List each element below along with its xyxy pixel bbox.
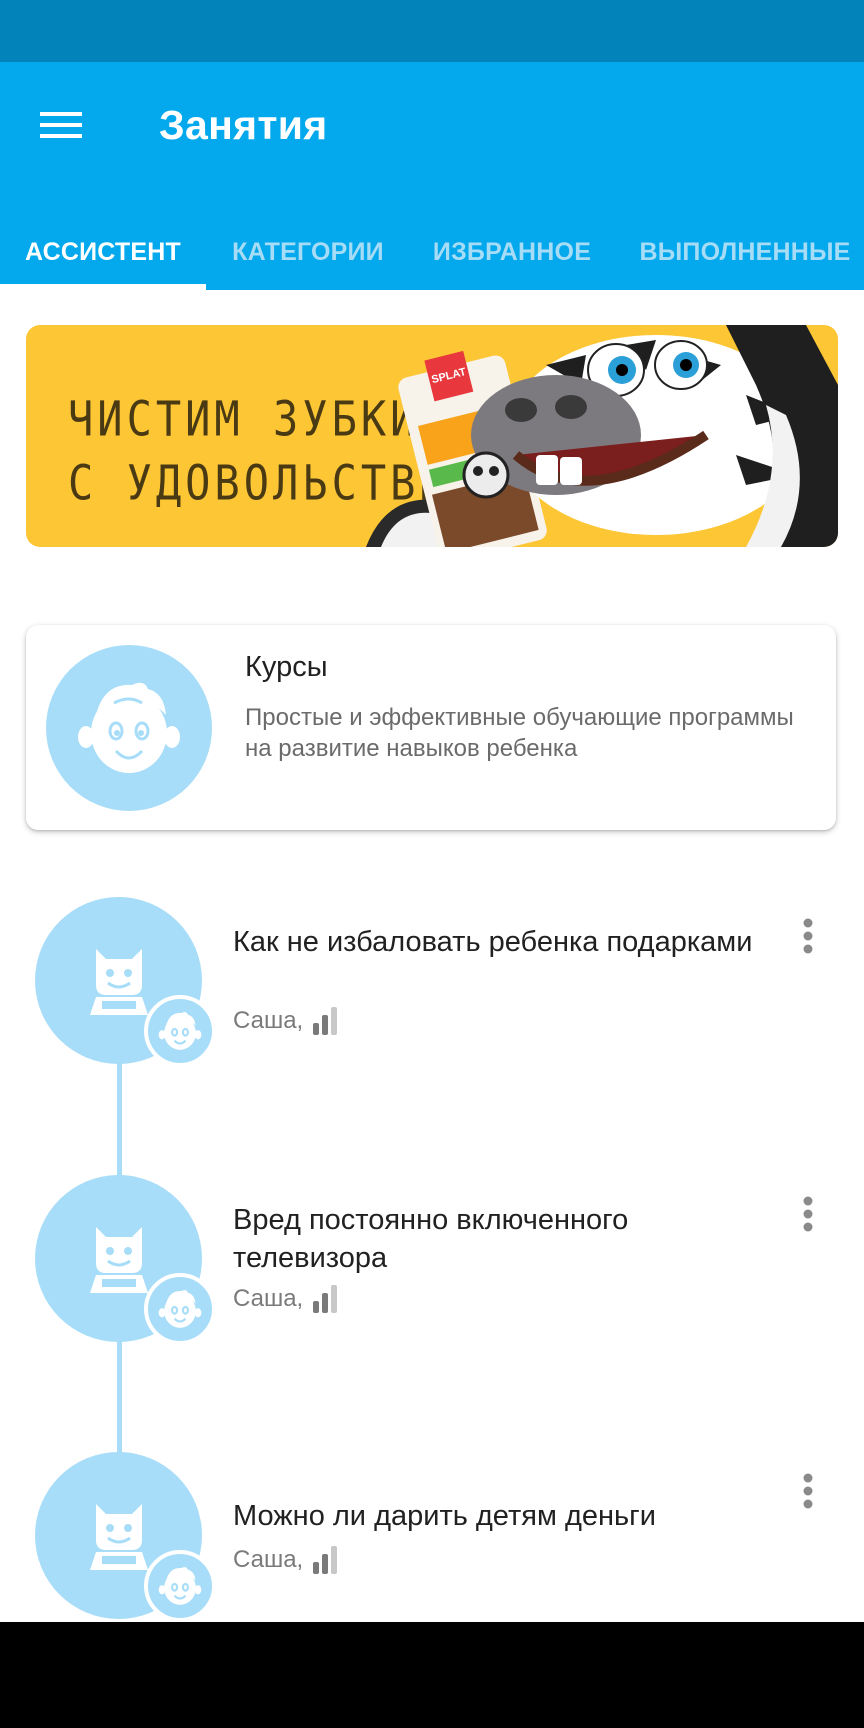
assistant-robot-icon [89, 948, 148, 1015]
difficulty-bars-icon [313, 1007, 338, 1035]
system-navigation-bar [0, 1622, 864, 1728]
tab-indicator [0, 284, 206, 290]
timeline-connector [117, 1338, 122, 1458]
child-badge [144, 1273, 216, 1345]
hamburger-menu-icon [40, 112, 82, 138]
tab-favorites[interactable]: ИЗБРАННОЕ [410, 214, 614, 290]
lesson-title: Вред постоянно включенного телевизора [233, 1204, 629, 1274]
tab-bar: АССИСТЕНТ КАТЕГОРИИ ИЗБРАННОЕ ВЫПОЛНЕННЫ… [0, 214, 864, 290]
lesson-meta: Саша, [233, 1546, 339, 1574]
assistant-robot-icon [89, 1226, 148, 1293]
more-options-button[interactable] [790, 911, 826, 961]
tab-assistant[interactable]: АССИСТЕНТ [0, 214, 206, 290]
courses-title: Курсы [245, 651, 328, 683]
tab-categories[interactable]: КАТЕГОРИИ [206, 214, 410, 290]
courses-card[interactable]: Курсы Простые и эффективные обучающие пр… [26, 625, 836, 830]
child-face-icon [158, 1567, 202, 1605]
child-badge [144, 1550, 216, 1622]
more-vertical-icon [803, 918, 813, 954]
assistant-robot-icon [89, 1503, 148, 1570]
difficulty-bars-icon [313, 1285, 338, 1313]
lesson-item[interactable]: Как не избаловать ребенка подарками Саша… [0, 897, 864, 1067]
more-vertical-icon [803, 1196, 813, 1232]
more-options-button[interactable] [790, 1189, 826, 1239]
status-bar [0, 0, 864, 62]
courses-description: Простые и эффективные обучающие программ… [245, 704, 794, 762]
child-badge [144, 995, 216, 1067]
more-vertical-icon [803, 1473, 813, 1509]
app-bar: Занятия АССИСТЕНТ КАТЕГОРИИ ИЗБРАННОЕ ВЫ… [0, 62, 864, 290]
tab-completed[interactable]: ВЫПОЛНЕННЫЕ [614, 214, 864, 290]
courses-avatar [46, 645, 212, 811]
difficulty-bars-icon [313, 1546, 338, 1574]
lesson-title: Можно ли дарить детям деньги [233, 1500, 656, 1532]
child-name: Саша, [233, 1546, 304, 1573]
child-face-icon [158, 1290, 202, 1328]
menu-button[interactable] [26, 90, 96, 160]
more-options-button[interactable] [790, 1466, 826, 1516]
child-face-icon [78, 682, 180, 773]
page-title: Занятия [159, 102, 328, 148]
lesson-item[interactable]: Можно ли дарить детям деньги Саша, [0, 1452, 864, 1622]
lesson-title: Как не избаловать ребенка подарками [233, 926, 753, 958]
child-face-icon [158, 1012, 202, 1050]
lesson-meta: Саша, [233, 1007, 339, 1035]
child-name: Саша, [233, 1007, 304, 1034]
timeline-connector [117, 1060, 122, 1180]
promo-banner[interactable]: ЧИСТИМ ЗУБКИ С УДОВОЛЬСТВИЕМ SPLAT [26, 325, 838, 547]
child-name: Саша, [233, 1285, 304, 1312]
lesson-item[interactable]: Вред постоянно включенного телевизора Са… [0, 1175, 864, 1345]
zebra-toothpaste-illustration: SPLAT [366, 325, 838, 547]
lesson-meta: Саша, [233, 1285, 339, 1313]
